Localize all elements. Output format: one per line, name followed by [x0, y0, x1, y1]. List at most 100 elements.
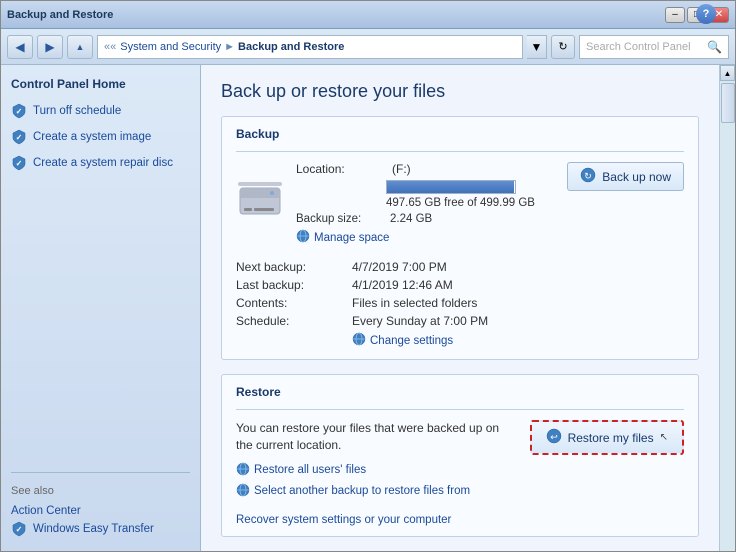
svg-text:✓: ✓: [16, 133, 23, 142]
svg-text:✓: ✓: [16, 159, 23, 168]
backup-info: Location: (F:) 497.65 GB free of 499.99 …: [236, 162, 535, 246]
recover-system-link[interactable]: Recover system settings or your computer: [236, 514, 684, 526]
address-dropdown-button[interactable]: ▼: [527, 35, 547, 59]
scrollbar-thumb[interactable]: [721, 83, 735, 123]
shield-icon-1: ✓: [11, 103, 27, 119]
sidebar-link-label-2: Create a system image: [33, 131, 151, 143]
main-window: Backup and Restore – □ ✕ ◀ ▶ ▲ «« System…: [0, 0, 736, 552]
location-value: (F:): [392, 162, 411, 176]
backup-section: Backup: [221, 116, 699, 360]
see-also-title: See also: [11, 485, 190, 497]
select-another-backup-link[interactable]: Select another backup to restore files f…: [236, 483, 516, 500]
title-bar: Backup and Restore – □ ✕: [1, 1, 735, 29]
backup-section-title: Backup: [236, 127, 684, 141]
next-backup-value: 4/7/2019 7:00 PM: [352, 260, 447, 274]
change-settings-link[interactable]: Change settings: [352, 332, 684, 349]
manage-space-label: Manage space: [314, 232, 389, 244]
restore-content: You can restore your files that were bac…: [236, 420, 684, 504]
select-another-icon: [236, 483, 250, 500]
disk-free-text: 497.65 GB free of 499.99 GB: [386, 197, 535, 209]
backup-header: Location: (F:) 497.65 GB free of 499.99 …: [236, 162, 684, 246]
sidebar-title: Control Panel Home: [11, 77, 190, 91]
backup-size-value: 2.24 GB: [390, 213, 432, 225]
sidebar-item-create-repair-disc[interactable]: ✓ Create a system repair disc: [11, 153, 190, 173]
restore-all-users-label: Restore all users' files: [254, 464, 366, 476]
forward-button[interactable]: ▶: [37, 35, 63, 59]
sidebar-link-label-3: Create a system repair disc: [33, 157, 173, 169]
schedule-label: Schedule:: [236, 314, 346, 328]
back-up-now-button[interactable]: ↻ Back up now: [567, 162, 684, 191]
breadcrumb-system-security[interactable]: System and Security: [120, 41, 221, 53]
location-row: Location: (F:): [296, 162, 535, 176]
action-center-label: Action Center: [11, 505, 81, 517]
contents-label: Contents:: [236, 296, 346, 310]
svg-text:✓: ✓: [16, 525, 23, 534]
breadcrumb: «« System and Security ► Backup and Rest…: [97, 35, 523, 59]
back-up-now-label: Back up now: [602, 170, 671, 184]
scrollbar-up-button[interactable]: ▲: [720, 65, 735, 81]
schedule-row: Schedule: Every Sunday at 7:00 PM: [236, 314, 684, 328]
minimize-button[interactable]: –: [665, 7, 685, 23]
sidebar: Control Panel Home ✓ Turn off schedule ✓: [1, 65, 201, 551]
shield-icon-2: ✓: [11, 129, 27, 145]
restore-section-title: Restore: [236, 385, 684, 399]
sidebar-item-turn-off-schedule[interactable]: ✓ Turn off schedule: [11, 101, 190, 121]
backup-details: Location: (F:) 497.65 GB free of 499.99 …: [296, 162, 535, 246]
contents-row: Contents: Files in selected folders: [236, 296, 684, 310]
location-label: Location:: [296, 162, 386, 176]
last-backup-value: 4/1/2019 12:46 AM: [352, 278, 453, 292]
recover-system-label: Recover system settings or your computer: [236, 514, 451, 526]
contents-value: Files in selected folders: [352, 296, 477, 310]
disk-usage-fill: [387, 181, 514, 193]
see-also-section: See also Action Center ✓ Windows Easy Tr…: [11, 472, 190, 539]
back-button[interactable]: ◀: [7, 35, 33, 59]
sidebar-link-label: Turn off schedule: [33, 105, 121, 117]
scrollbar[interactable]: ▲: [719, 65, 735, 551]
svg-text:↩: ↩: [550, 432, 558, 442]
last-backup-row: Last backup: 4/1/2019 12:46 AM: [236, 278, 684, 292]
refresh-button[interactable]: ↻: [551, 35, 575, 59]
sidebar-item-windows-easy-transfer[interactable]: ✓ Windows Easy Transfer: [11, 519, 190, 539]
content-area: Back up or restore your files Backup: [201, 65, 719, 551]
next-backup-label: Next backup:: [236, 260, 346, 274]
meta-rows: Next backup: 4/7/2019 7:00 PM Last backu…: [236, 260, 684, 349]
backup-size-label: Backup size:: [296, 213, 386, 225]
restore-section: Restore You can restore your files that …: [221, 374, 699, 537]
address-bar: ◀ ▶ ▲ «« System and Security ► Backup an…: [1, 29, 735, 65]
cursor-indicator: ↖: [660, 432, 668, 443]
manage-space-globe-icon: [296, 229, 310, 246]
help-button[interactable]: ?: [696, 4, 716, 24]
restore-my-files-label: Restore my files: [568, 431, 654, 445]
shield-icon-4: ✓: [11, 521, 27, 537]
change-settings-globe-icon: [352, 332, 366, 349]
backup-size-row: Backup size: 2.24 GB: [296, 213, 535, 225]
breadcrumb-separator: ►: [224, 41, 235, 53]
disk-usage-bar: [386, 180, 516, 194]
sidebar-item-action-center[interactable]: Action Center: [11, 503, 190, 519]
sidebar-item-create-system-image[interactable]: ✓ Create a system image: [11, 127, 190, 147]
manage-space-link[interactable]: Manage space: [296, 229, 535, 246]
svg-text:✓: ✓: [16, 107, 23, 116]
search-placeholder: Search Control Panel: [586, 41, 691, 53]
drive-icon: [236, 178, 284, 218]
restore-my-files-button[interactable]: ↩ Restore my files ↖: [530, 420, 684, 455]
restore-all-users-icon: [236, 462, 250, 479]
change-settings-label: Change settings: [370, 335, 453, 347]
up-button[interactable]: ▲: [67, 35, 93, 59]
search-icon[interactable]: 🔍: [707, 40, 722, 54]
window-title: Backup and Restore: [7, 9, 113, 21]
page-title: Back up or restore your files: [221, 81, 699, 102]
search-box[interactable]: Search Control Panel 🔍: [579, 35, 729, 59]
windows-easy-transfer-label: Windows Easy Transfer: [33, 523, 154, 535]
next-backup-row: Next backup: 4/7/2019 7:00 PM: [236, 260, 684, 274]
restore-all-users-link[interactable]: Restore all users' files: [236, 462, 516, 479]
breadcrumb-current: Backup and Restore: [238, 41, 344, 53]
shield-icon-3: ✓: [11, 155, 27, 171]
restore-text-area: You can restore your files that were bac…: [236, 420, 516, 504]
schedule-value: Every Sunday at 7:00 PM: [352, 314, 488, 328]
right-panel: Back up or restore your files Backup: [201, 65, 735, 551]
svg-text:↻: ↻: [585, 171, 593, 181]
restore-description: You can restore your files that were bac…: [236, 420, 516, 454]
restore-files-icon: ↩: [546, 428, 562, 447]
backup-now-icon: ↻: [580, 167, 596, 186]
